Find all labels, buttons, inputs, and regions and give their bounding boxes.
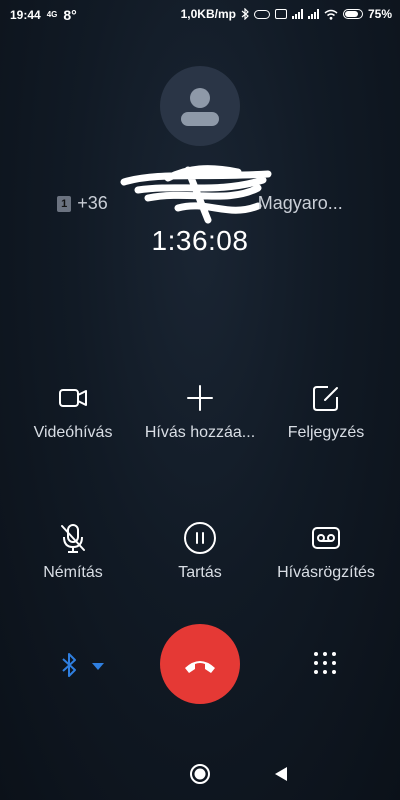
dialpad-button[interactable]	[312, 650, 338, 681]
call-duration: 1:36:08	[151, 225, 249, 256]
battery-percent: 75%	[367, 7, 392, 21]
mute-button[interactable]: Némítás	[8, 520, 138, 582]
sim-number: 1	[61, 198, 68, 210]
add-call-button[interactable]: Hívás hozzáa...	[135, 380, 265, 442]
wifi-icon	[324, 9, 338, 20]
volte-icon	[253, 9, 270, 19]
audio-route-bluetooth-button[interactable]	[56, 650, 108, 685]
voicemail-tape-icon	[312, 527, 340, 549]
network-speed: 1,0KB/mp	[180, 7, 236, 21]
video-camera-icon	[59, 389, 87, 407]
hd-icon	[274, 9, 287, 19]
system-nav-bar	[0, 744, 400, 800]
video-call-label: Videóhívás	[33, 424, 113, 441]
end-call-button[interactable]	[160, 624, 240, 704]
status-bar: 19:44 4G 8° 1,0KB/mp 75%	[0, 0, 400, 28]
weather-temperature: 8°	[63, 7, 77, 23]
signal-1-icon	[291, 9, 303, 19]
record-call-button[interactable]: Hívásrögzítés	[261, 520, 391, 582]
back-nav-icon[interactable]	[273, 765, 289, 783]
dialpad-icon	[314, 652, 336, 674]
contact-avatar	[160, 66, 240, 146]
home-nav-icon[interactable]	[189, 763, 211, 785]
hold-label: Tartás	[178, 564, 222, 581]
network-4g-icon: 4G	[47, 11, 58, 19]
caller-location: Magyaro...	[257, 193, 343, 213]
caller-info: 1 +36 Magyaro...	[0, 193, 400, 214]
video-call-button[interactable]: Videóhívás	[8, 380, 138, 442]
phone-number: +36	[77, 193, 108, 213]
add-call-label: Hívás hozzáa...	[144, 424, 256, 441]
record-call-label: Hívásrögzítés	[277, 564, 375, 581]
sim-icon: 1	[57, 196, 72, 212]
battery-icon	[342, 9, 363, 19]
notes-button[interactable]: Feljegyzés	[261, 380, 391, 442]
mic-off-icon	[61, 524, 85, 553]
network-4g-label: 4G	[46, 10, 58, 19]
mute-label: Némítás	[43, 564, 103, 581]
plus-icon	[187, 385, 213, 411]
hold-button[interactable]: Tartás	[135, 520, 265, 582]
bluetooth-icon	[62, 653, 104, 677]
pause-icon	[184, 522, 216, 554]
signal-2-icon	[307, 9, 319, 19]
chevron-down-icon	[92, 663, 104, 670]
status-time: 19:44	[10, 8, 41, 22]
edit-note-icon	[313, 386, 338, 411]
hang-up-icon	[185, 661, 215, 673]
bluetooth-status-icon	[241, 8, 249, 20]
person-icon	[181, 88, 219, 126]
notes-label: Feljegyzés	[287, 424, 365, 441]
